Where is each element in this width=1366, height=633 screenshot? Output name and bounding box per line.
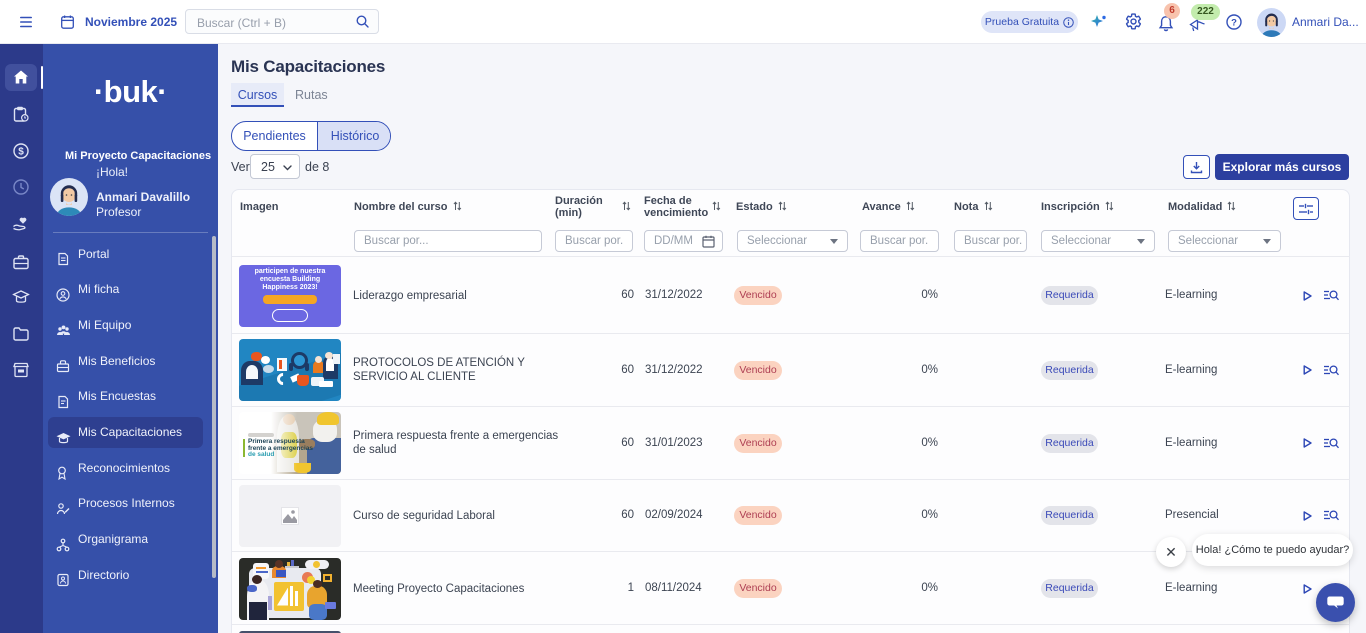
svg-text:?: ? <box>1231 18 1237 29</box>
svg-text:$: $ <box>18 147 24 158</box>
